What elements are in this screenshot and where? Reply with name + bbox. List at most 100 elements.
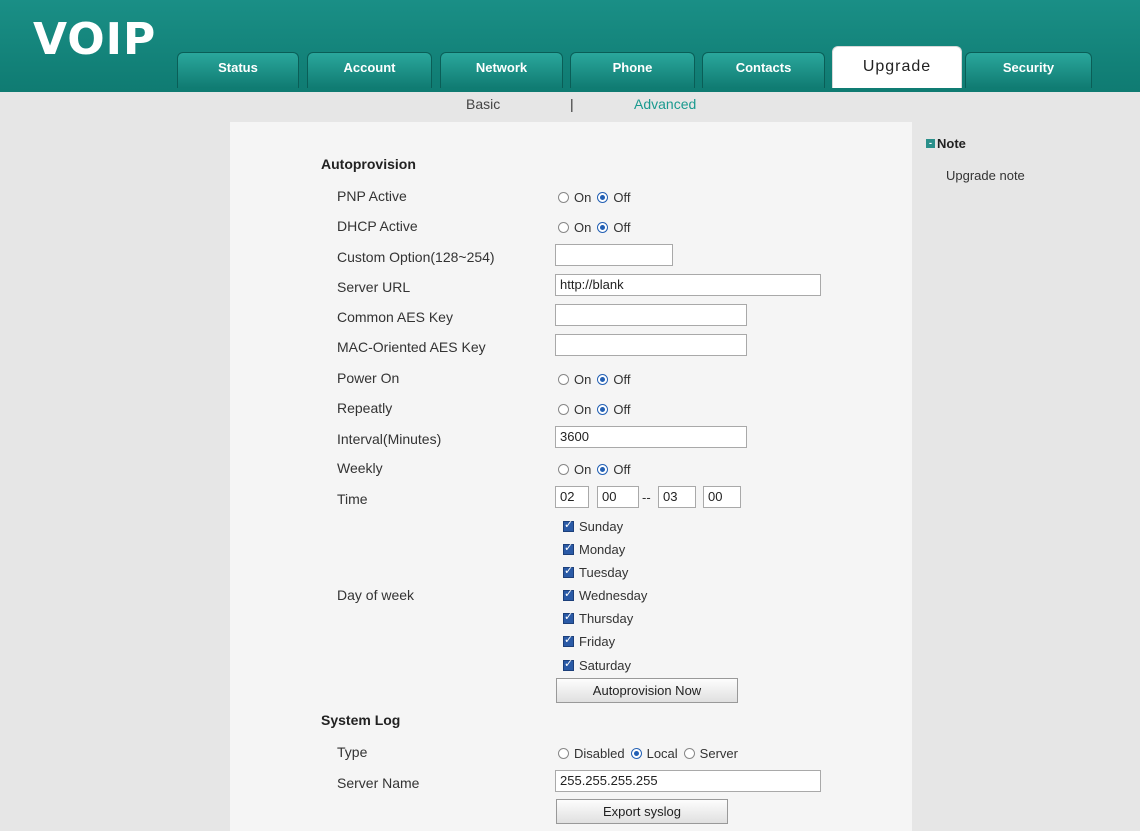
thursday-checkbox[interactable] [563, 610, 574, 624]
thursday-label: Thursday [579, 611, 634, 626]
weekly-on-text: On [574, 462, 592, 477]
time-end-hour-input[interactable]: 03 [658, 486, 696, 508]
pnp-on-radio[interactable] [558, 192, 569, 203]
time-start-minute-input[interactable]: 00 [597, 486, 639, 508]
repeatly-on-text: On [574, 402, 592, 417]
log-type-radios: Disabled Local Server [558, 746, 744, 761]
mac-aes-key-label: MAC-Oriented AES Key [337, 339, 486, 355]
time-label: Time [337, 491, 368, 507]
time-end-minute-input[interactable]: 00 [703, 486, 741, 508]
subnav-separator: | [570, 96, 574, 112]
log-type-label: Type [337, 744, 368, 760]
mac-aes-key-input[interactable] [555, 334, 747, 356]
pnp-on-text: On [574, 190, 592, 205]
tab-upgrade[interactable]: Upgrade [832, 46, 962, 88]
power-on-on-radio[interactable] [558, 374, 569, 385]
tuesday-label: Tuesday [579, 565, 629, 580]
log-local-radio[interactable] [630, 748, 642, 759]
common-aes-key-label: Common AES Key [337, 309, 453, 325]
dhcp-on-text: On [574, 220, 592, 235]
collapse-icon[interactable]: - [926, 139, 935, 148]
monday-checkbox[interactable] [563, 541, 574, 555]
server-name-label: Server Name [337, 775, 420, 791]
power-on-off-text: Off [613, 372, 631, 387]
dhcp-off-radio[interactable] [597, 222, 609, 233]
friday-label: Friday [579, 634, 616, 649]
dhcp-active-radios: On Off [558, 220, 636, 235]
power-on-on-text: On [574, 372, 592, 387]
sunday-checkbox[interactable] [563, 518, 574, 532]
pnp-off-text: Off [613, 190, 631, 205]
custom-option-label: Custom Option(128~254) [337, 249, 495, 265]
power-on-radios: On Off [558, 372, 636, 387]
interval-input[interactable]: 3600 [555, 426, 747, 448]
custom-option-input[interactable] [555, 244, 673, 266]
day-monday-row[interactable]: Monday [563, 541, 626, 557]
server-url-input[interactable]: http://blank [555, 274, 821, 296]
day-wednesday-row[interactable]: Wednesday [563, 587, 648, 603]
system-log-heading: System Log [321, 712, 401, 728]
repeatly-on-radio[interactable] [558, 404, 569, 415]
weekly-label: Weekly [337, 460, 383, 476]
note-title-text: Note [937, 136, 966, 151]
day-saturday-row[interactable]: Saturday [563, 657, 632, 673]
tab-contacts[interactable]: Contacts [702, 52, 825, 88]
day-tuesday-row[interactable]: Tuesday [563, 564, 629, 580]
dhcp-off-text: Off [613, 220, 631, 235]
sub-navigation: Basic | Advanced [0, 92, 1140, 120]
saturday-label: Saturday [579, 658, 632, 673]
weekly-radios: On Off [558, 462, 636, 477]
log-local-text: Local [646, 746, 678, 761]
tab-security[interactable]: Security [965, 52, 1092, 88]
top-header: VOIP Status Account Network Phone Contac… [0, 0, 1140, 92]
day-of-week-label: Day of week [337, 587, 415, 603]
sunday-label: Sunday [579, 519, 624, 534]
tuesday-checkbox[interactable] [563, 564, 574, 578]
friday-checkbox[interactable] [563, 633, 574, 647]
note-heading[interactable]: - Note [926, 136, 966, 151]
repeatly-label: Repeatly [337, 400, 393, 416]
tab-account[interactable]: Account [307, 52, 432, 88]
log-server-text: Server [699, 746, 738, 761]
weekly-off-radio[interactable] [597, 464, 609, 475]
server-url-label: Server URL [337, 279, 411, 295]
pnp-active-label: PNP Active [337, 188, 407, 204]
saturday-checkbox[interactable] [563, 657, 574, 671]
note-text: Upgrade note [946, 168, 1025, 183]
day-sunday-row[interactable]: Sunday [563, 518, 624, 534]
pnp-active-radios: On Off [558, 190, 636, 205]
autoprovision-heading: Autoprovision [321, 156, 416, 172]
weekly-off-text: Off [613, 462, 631, 477]
tab-network[interactable]: Network [440, 52, 563, 88]
weekly-on-radio[interactable] [558, 464, 569, 475]
power-on-off-radio[interactable] [597, 374, 609, 385]
time-start-hour-input[interactable]: 02 [555, 486, 589, 508]
dhcp-active-label: DHCP Active [337, 218, 418, 234]
tab-status[interactable]: Status [177, 52, 299, 88]
log-server-radio[interactable] [683, 748, 695, 759]
autoprovision-now-button[interactable]: Autoprovision Now [556, 678, 738, 703]
repeatly-off-text: Off [613, 402, 631, 417]
wednesday-label: Wednesday [579, 588, 648, 603]
wednesday-checkbox[interactable] [563, 587, 574, 601]
dhcp-on-radio[interactable] [558, 222, 569, 233]
common-aes-key-input[interactable] [555, 304, 747, 326]
log-disabled-radio[interactable] [558, 748, 569, 759]
repeatly-off-radio[interactable] [597, 404, 609, 415]
day-friday-row[interactable]: Friday [563, 633, 616, 649]
interval-label: Interval(Minutes) [337, 431, 442, 447]
tab-phone[interactable]: Phone [570, 52, 695, 88]
pnp-off-radio[interactable] [597, 192, 609, 203]
subnav-advanced[interactable]: Advanced [634, 96, 696, 112]
time-range-dash: -- [642, 490, 651, 505]
log-disabled-text: Disabled [574, 746, 625, 761]
repeatly-radios: On Off [558, 402, 636, 417]
subnav-basic[interactable]: Basic [466, 96, 500, 112]
day-thursday-row[interactable]: Thursday [563, 610, 634, 626]
power-on-label: Power On [337, 370, 400, 386]
settings-panel: Autoprovision PNP Active On Off DHCP Act… [230, 122, 912, 831]
export-syslog-button[interactable]: Export syslog [556, 799, 728, 824]
server-name-input[interactable]: 255.255.255.255 [555, 770, 821, 792]
logo: VOIP [33, 14, 157, 65]
monday-label: Monday [579, 542, 626, 557]
